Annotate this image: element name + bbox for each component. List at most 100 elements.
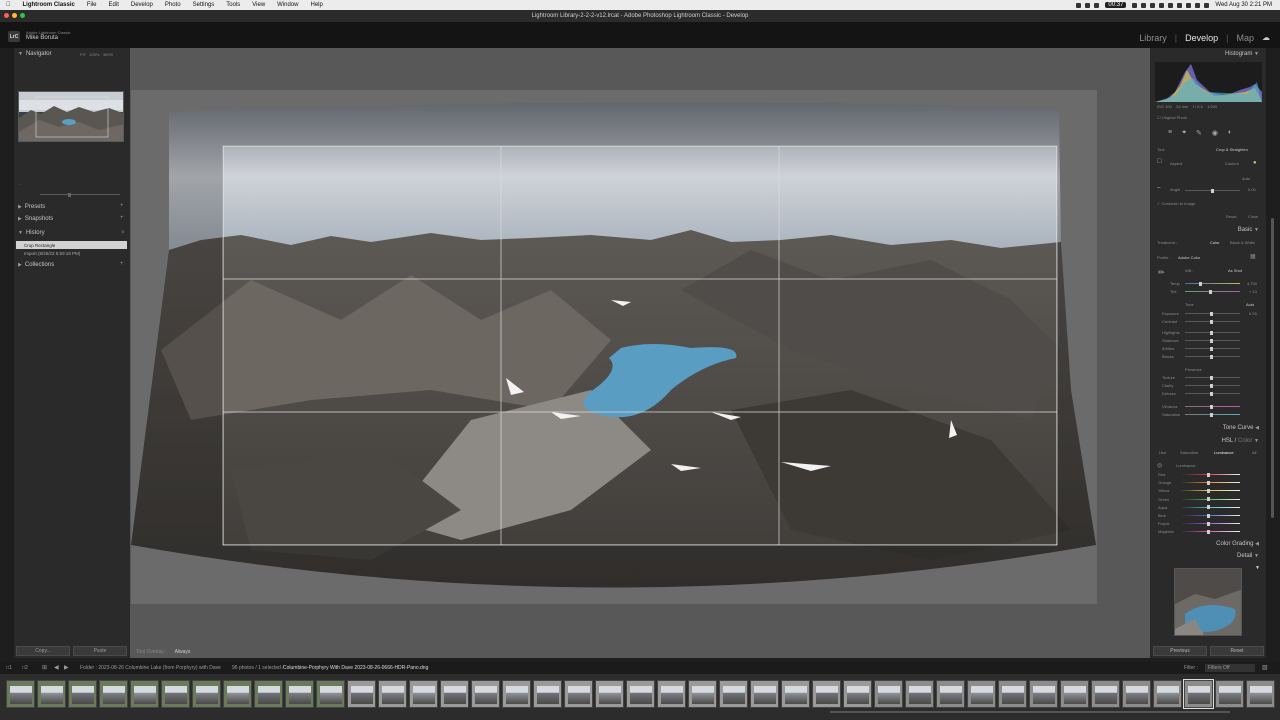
snapshots-header[interactable]: ▶ Snapshots <box>18 216 53 222</box>
angle-slider[interactable] <box>1185 188 1240 193</box>
filmstrip-thumbnail[interactable] <box>68 680 97 708</box>
tool-overlay-select[interactable]: Always <box>175 649 191 655</box>
filmstrip-thumbnail[interactable] <box>223 680 252 708</box>
tray-icons-right[interactable] <box>1132 2 1210 8</box>
cloud-icon[interactable]: ☁ <box>1262 33 1270 43</box>
treatment-color[interactable]: Color <box>1210 240 1220 245</box>
filter-select[interactable]: Filters Off <box>1205 664 1255 672</box>
slider-knob[interactable] <box>1210 383 1213 388</box>
filmstrip-thumbnail[interactable] <box>1091 680 1120 708</box>
filmstrip-thumbnail[interactable] <box>161 680 190 708</box>
panorama-photo[interactable] <box>131 90 1097 604</box>
menu-view[interactable]: View <box>246 2 271 8</box>
tray-icon[interactable] <box>1159 2 1165 8</box>
tray-icon[interactable] <box>1094 2 1100 8</box>
display-2-icon[interactable]: □2 <box>22 665 28 671</box>
contrast-slider[interactable] <box>1185 319 1240 324</box>
copy-button[interactable]: Copy... <box>16 646 70 656</box>
slider-knob[interactable] <box>1207 505 1210 510</box>
display-1-icon[interactable]: □1 <box>6 665 12 671</box>
crop-icon[interactable]: ⌖ <box>1182 129 1186 137</box>
filmstrip-thumbnail[interactable] <box>595 680 624 708</box>
filmstrip-thumbnail[interactable] <box>843 680 872 708</box>
hsl-slider[interactable] <box>1178 529 1240 534</box>
hsl-tab-all[interactable]: All <box>1252 450 1256 455</box>
module-develop[interactable]: Develop <box>1185 33 1218 43</box>
filmstrip-thumbnail[interactable] <box>936 680 965 708</box>
filmstrip-thumbnail[interactable] <box>409 680 438 708</box>
tray-icon[interactable] <box>1141 2 1147 8</box>
aspect-select[interactable]: Custom <box>1225 161 1239 166</box>
edit-icon[interactable]: ≡ <box>1168 129 1172 137</box>
treatment-bw[interactable]: Black & White <box>1230 240 1255 245</box>
module-library[interactable]: Library <box>1139 33 1167 43</box>
slider-knob[interactable] <box>1207 480 1210 485</box>
slider-knob[interactable] <box>1210 375 1213 380</box>
module-map[interactable]: Map <box>1236 33 1254 43</box>
add-snapshot-icon[interactable]: + <box>120 215 124 221</box>
clear-history-icon[interactable]: × <box>121 230 125 236</box>
menu-window[interactable]: Window <box>271 2 304 8</box>
filmstrip-thumbnail[interactable] <box>533 680 562 708</box>
navigator-preview[interactable] <box>18 91 124 142</box>
detail-header[interactable]: Detail ▼ <box>1237 553 1262 559</box>
slider-knob[interactable] <box>1210 330 1213 335</box>
collections-header[interactable]: ▶ Collections <box>18 262 54 268</box>
filmstrip-thumbnail[interactable] <box>874 680 903 708</box>
minimize-icon[interactable] <box>12 13 17 18</box>
whites-slider[interactable] <box>1185 346 1240 351</box>
filmstrip-thumbnail[interactable] <box>905 680 934 708</box>
wb-select[interactable]: As Shot <box>1228 268 1242 273</box>
lock-icon[interactable]: ● <box>1253 160 1257 166</box>
eyedropper-icon[interactable]: ✏ <box>1158 268 1165 277</box>
tone-curve-header[interactable]: Tone Curve ◀ <box>1223 425 1262 431</box>
hsl-slider[interactable] <box>1178 513 1240 518</box>
hsl-tab-luminance[interactable]: Luminance <box>1214 450 1234 455</box>
basic-header[interactable]: Basic ▼ <box>1238 227 1262 233</box>
original-photo-toggle[interactable]: ☐ Original Photo <box>1157 115 1187 120</box>
history-item[interactable]: Import (8/26/23 5:50:18 PM) <box>16 249 127 257</box>
hsl-slider[interactable] <box>1178 497 1240 502</box>
slider-knob[interactable] <box>1210 412 1213 417</box>
target-adjust-icon[interactable]: ◎ <box>1157 462 1162 469</box>
tint-value[interactable]: + 13 <box>1249 289 1257 294</box>
temp-value[interactable]: 4,750 <box>1247 281 1257 286</box>
shadows-slider[interactable] <box>1185 338 1240 343</box>
filmstrip-thumbnail[interactable] <box>192 680 221 708</box>
filmstrip-thumbnail[interactable] <box>1246 680 1275 708</box>
filmstrip-thumbnail[interactable] <box>99 680 128 708</box>
tray-icon[interactable] <box>1085 2 1091 8</box>
zoom-icon[interactable] <box>20 13 25 18</box>
menu-edit[interactable]: Edit <box>103 2 125 8</box>
detail-preview[interactable] <box>1174 568 1242 636</box>
add-collection-icon[interactable]: + <box>120 261 124 267</box>
filmstrip-thumbnail[interactable] <box>37 680 66 708</box>
hsl-slider[interactable] <box>1178 505 1240 510</box>
slider-knob[interactable] <box>1210 319 1213 324</box>
filmstrip-thumbnail[interactable] <box>1029 680 1058 708</box>
tone-auto-button[interactable]: Auto <box>1246 302 1254 307</box>
wifi-icon[interactable] <box>1186 2 1192 8</box>
hsl-tab-saturation[interactable]: Saturation <box>1180 450 1198 455</box>
slider-knob[interactable] <box>1210 404 1213 409</box>
filmstrip-thumbnail[interactable] <box>502 680 531 708</box>
slider-knob[interactable] <box>1210 338 1213 343</box>
right-scrollbar[interactable] <box>1268 48 1280 658</box>
menu-develop[interactable]: Develop <box>125 2 159 8</box>
apple-icon[interactable]:  <box>0 2 17 8</box>
menu-tools[interactable]: Tools <box>220 2 246 8</box>
tray-icon[interactable] <box>1177 2 1183 8</box>
filmstrip-thumbnail[interactable] <box>316 680 345 708</box>
filmstrip-thumbnail[interactable] <box>750 680 779 708</box>
slider-knob[interactable] <box>1199 281 1202 286</box>
angle-value[interactable]: 0.00 <box>1248 187 1256 192</box>
hsl-slider[interactable] <box>1178 472 1240 477</box>
filmstrip-thumbnail[interactable] <box>471 680 500 708</box>
scrollbar-thumb[interactable] <box>1271 218 1274 518</box>
crop-frame-icon[interactable]: □ <box>1157 158 1161 165</box>
filmstrip-thumbnail[interactable] <box>130 680 159 708</box>
menu-app-name[interactable]: Lightroom Classic <box>17 2 81 8</box>
filmstrip-thumbnail[interactable] <box>378 680 407 708</box>
tray-icon[interactable] <box>1132 2 1138 8</box>
filter-lock-icon[interactable]: ▧ <box>1262 664 1268 671</box>
